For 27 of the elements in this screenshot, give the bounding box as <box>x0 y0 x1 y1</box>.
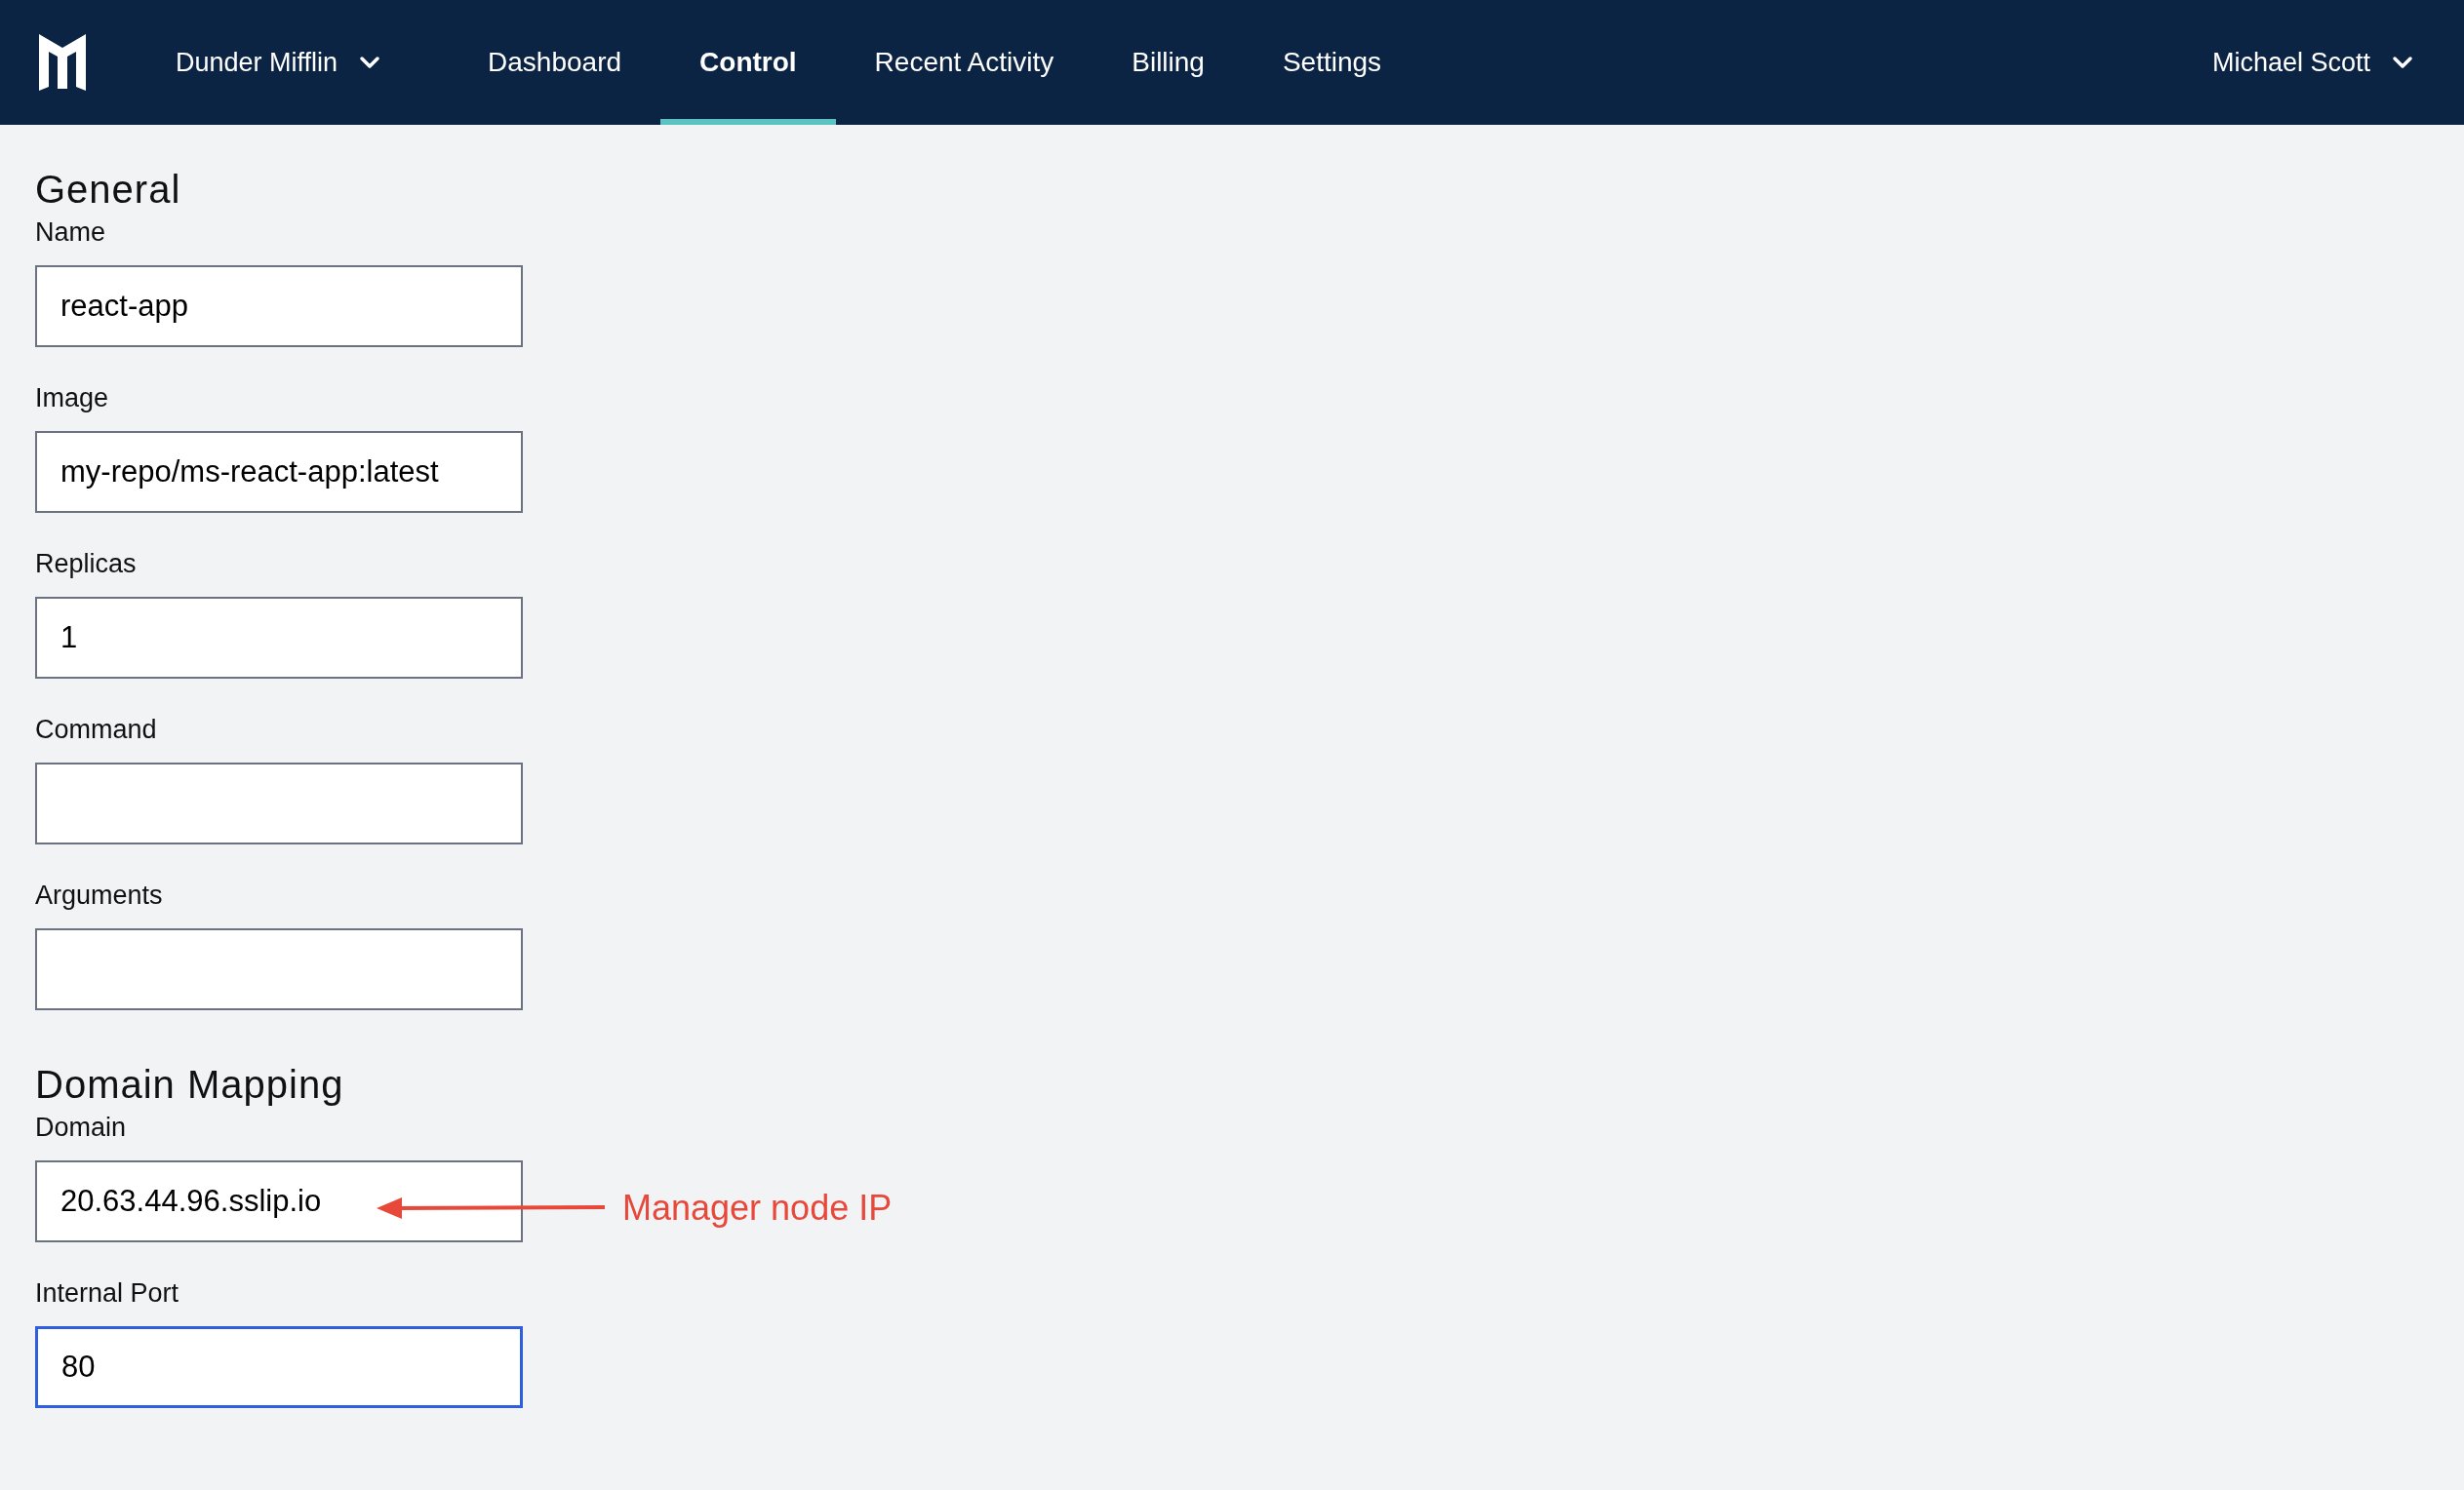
field-label: Replicas <box>35 548 138 579</box>
nav-tab[interactable]: Settings <box>1243 0 1421 125</box>
annotation-label: Manager node IP <box>622 1187 893 1230</box>
field-label: Name <box>35 216 107 248</box>
text-field[interactable]: 1 <box>35 597 523 679</box>
field-label: Arguments <box>35 880 164 911</box>
field-label: Internal Port <box>35 1277 180 1309</box>
nav-tab[interactable]: Control <box>660 0 836 125</box>
chevron-down-icon <box>359 56 381 69</box>
text-field[interactable] <box>35 763 523 844</box>
text-field[interactable] <box>35 928 523 1010</box>
section-heading: General <box>35 167 182 213</box>
text-field[interactable]: 80 <box>35 1326 523 1408</box>
chevron-down-icon <box>2392 56 2413 69</box>
field-label: Command <box>35 714 158 745</box>
nav-tab[interactable]: Recent Activity <box>835 0 1093 125</box>
user-name[interactable]: Michael Scott <box>2211 42 2370 83</box>
text-field[interactable]: my-repo/ms-react-app:latest <box>35 431 523 513</box>
organization-name[interactable]: Dunder Mifflin <box>176 42 338 83</box>
text-field[interactable]: 20.63.44.96.sslip.io <box>35 1160 523 1242</box>
text-field[interactable]: react-app <box>35 265 523 347</box>
nav-tab[interactable]: Billing <box>1093 0 1244 125</box>
field-label: Domain <box>35 1112 128 1143</box>
logo-icon[interactable] <box>39 34 86 91</box>
nav-tab[interactable]: Dashboard <box>449 0 661 125</box>
section-heading: Domain Mapping <box>35 1062 345 1108</box>
field-label: Image <box>35 382 110 413</box>
